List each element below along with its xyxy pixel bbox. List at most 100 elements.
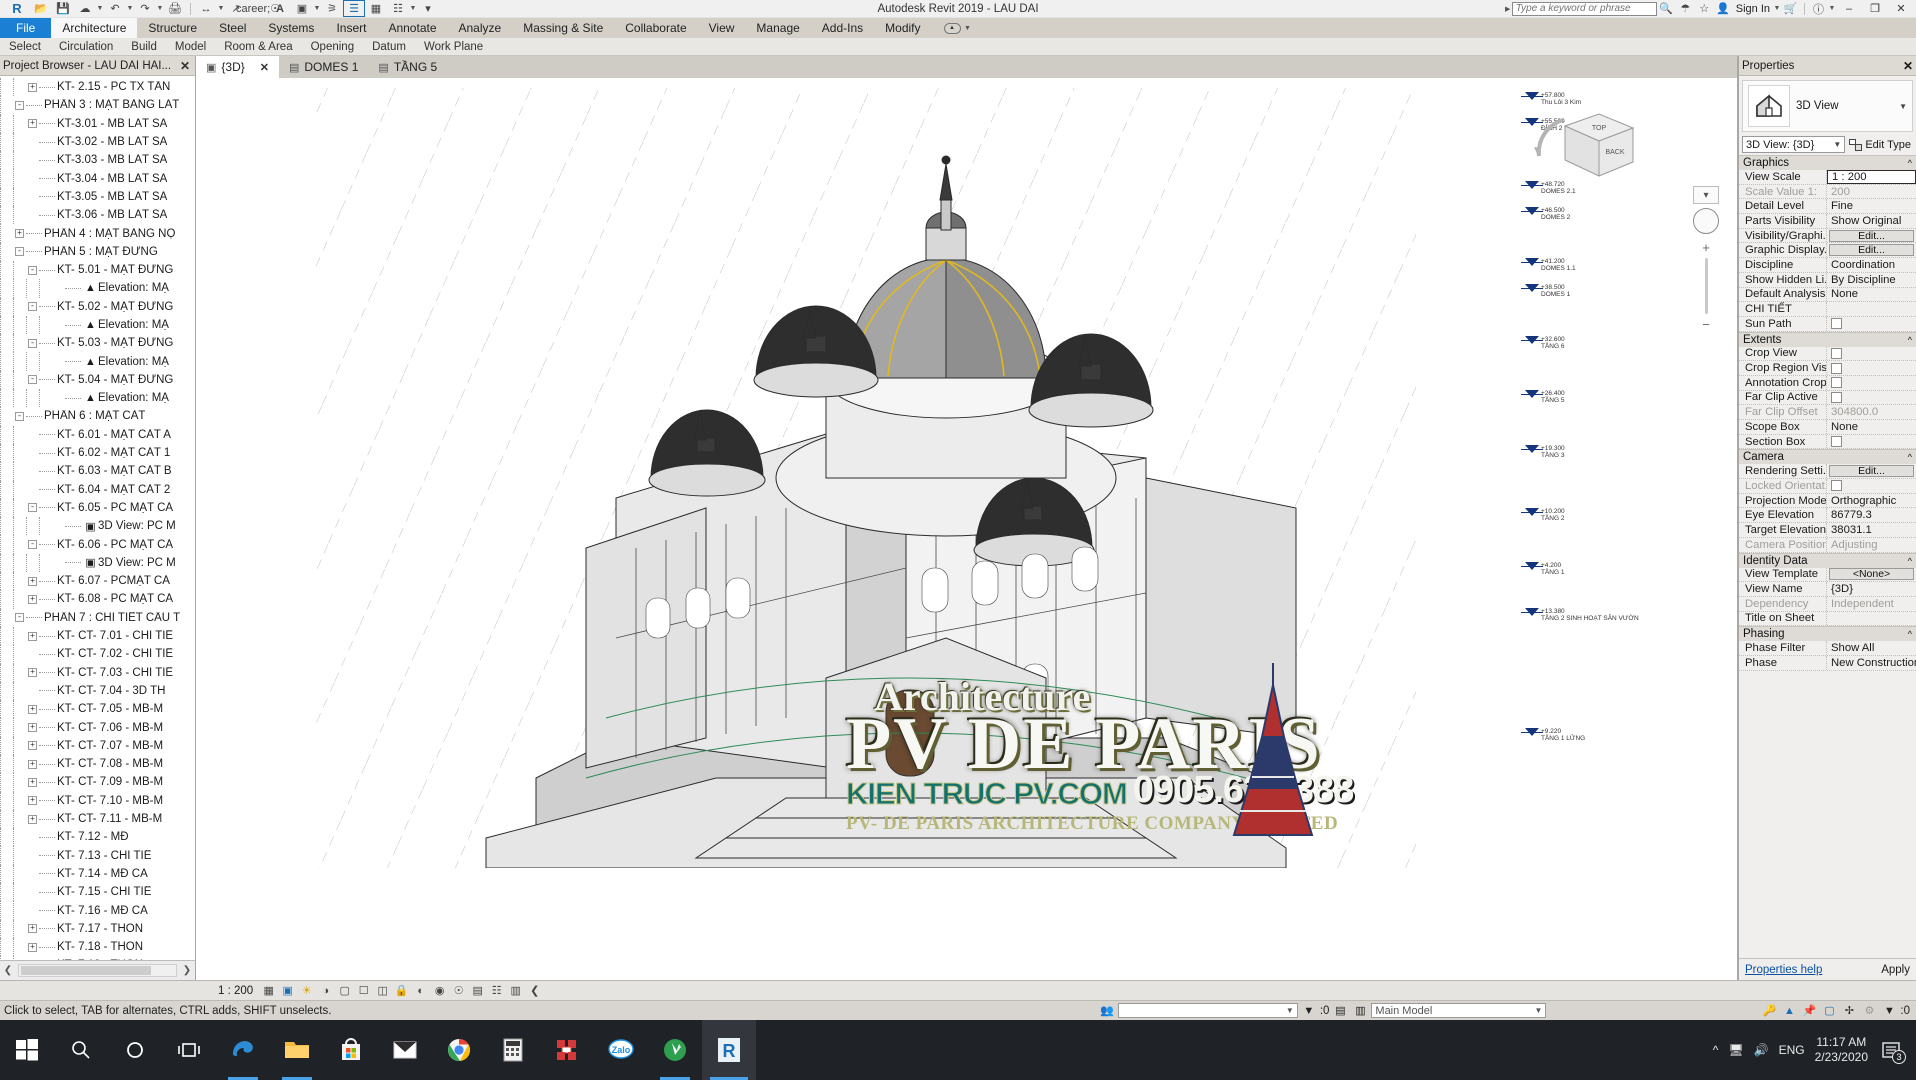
tree-toggle[interactable]: + [26,704,39,714]
show-constraints-icon[interactable]: ☷ [487,982,506,1000]
language-indicator[interactable]: ENG [1779,1043,1805,1057]
undo-icon[interactable]: ↶ [104,0,126,17]
open-icon[interactable]: 📂 [30,0,52,17]
tree-item[interactable]: KT-3.06 - MB LÁT SÀ [0,206,195,225]
property-row[interactable]: Show Hidden Li... By Discipline [1739,272,1916,288]
lock-3d-view-icon[interactable]: 🔒 [392,982,411,1000]
property-row[interactable]: Parts Visibility Show Original [1739,214,1916,229]
expand-collapse-icon[interactable]: + [28,777,37,787]
tree-item[interactable]: ▣ 3D View: PC M [0,517,195,536]
tree-item[interactable]: - KT- 5.03 - MẶT ĐỨNG [0,334,195,353]
close-icon[interactable]: ✕ [260,61,269,74]
search-input[interactable] [1511,1,1657,16]
property-type-preview[interactable]: 3D View ▼ [1742,80,1913,132]
expand-collapse-icon[interactable]: - [28,338,37,348]
elevation-marker[interactable]: +57.800 Thu Lôi 3 Kim [1521,92,1581,106]
ribbon-tab-analyze[interactable]: Analyze [448,18,513,38]
zalo-button[interactable]: Zalo [594,1020,648,1080]
property-row[interactable]: Target Elevation 38031.1 [1739,523,1916,538]
reveal-hidden-elements-icon[interactable]: ◉ [430,982,449,1000]
tree-item[interactable]: KT- 7.12 - MĐ [0,828,195,847]
cortana-button[interactable] [108,1020,162,1080]
close-hidden-windows-icon[interactable]: ▦ [365,0,387,17]
expand-collapse-icon[interactable]: - [15,613,24,623]
rendering-dialog-icon[interactable]: ▢ [335,982,354,1000]
palace-model[interactable] [286,78,1486,868]
tree-item[interactable]: - PHẦN 6 : MẶT CẮT [0,407,195,426]
elevation-marker[interactable]: +4.200 TẦNG 1 [1521,562,1564,576]
shadows-icon[interactable]: ◑ [316,982,335,1000]
property-row[interactable]: Title on Sheet [1739,611,1916,627]
save-icon[interactable]: 💾 [52,0,74,17]
zoom-slider-track[interactable] [1704,258,1708,314]
tree-item[interactable]: + KT-3.01 - MB LÁT SÀ [0,114,195,133]
tree-item[interactable]: + KT- CT- 7.06 - MB-M [0,718,195,737]
print-icon[interactable]: 🖨 [164,0,186,17]
view-tab-t-ng-5[interactable]: ▤ TẦNG 5 [368,56,447,78]
expand-collapse-icon[interactable]: - [28,265,37,275]
tree-item[interactable]: KT-3.05 - MB LÁT SÀ [0,187,195,207]
ribbon-tab-manage[interactable]: Manage [745,18,810,38]
tag-icon[interactable]: career;☉ [236,0,280,17]
tree-toggle[interactable]: + [26,796,39,806]
expand-collapse-icon[interactable]: - [28,540,37,550]
tree-item[interactable]: KT- 7.16 - MĐ CÁ [0,901,195,920]
elevation-marker[interactable]: +10.200 TẦNG 2 [1521,508,1565,522]
property-value[interactable]: 1 : 200 [1827,170,1916,184]
expand-collapse-icon[interactable]: - [28,375,37,385]
ribbon-panel-circulation[interactable]: Circulation [50,41,122,53]
favorites-icon[interactable]: ☆ [1695,0,1714,17]
property-value[interactable]: {3D} [1827,582,1916,596]
thin-lines-icon[interactable]: ☰ [343,0,365,17]
property-edit-button[interactable]: Edit... [1829,465,1914,478]
tree-item[interactable]: + KT- 6.07 - PCMẶT CẮ [0,572,195,591]
select-links-icon[interactable]: 📌 [1800,1003,1818,1019]
expand-icon[interactable]: ❮ [525,982,544,1000]
property-value[interactable]: Adjusting [1827,538,1916,552]
elevation-marker[interactable]: +41.200 DOMES 1.1 [1521,258,1576,272]
property-value[interactable] [1827,479,1916,493]
tree-item[interactable]: KT- CT- 7.02 - CHI TIẾ [0,645,195,664]
property-row[interactable]: Detail Level Fine [1739,199,1916,215]
property-row[interactable]: Phase New Construction [1739,655,1916,671]
tree-item[interactable]: KT- 6.04 - MẶT CẮT 2 [0,480,195,499]
tree-item[interactable]: ▲ Elevation: MẶ [0,389,195,408]
tree-item[interactable]: KT- 6.02 - MẶT CẮT 1 [0,443,195,463]
notification-center-button[interactable]: 3 [1878,1037,1906,1064]
chevron-down-icon[interactable]: ▼ [964,25,972,32]
ribbon-tab-collaborate[interactable]: Collaborate [614,18,697,38]
property-value[interactable]: New Construction [1827,656,1916,670]
property-row[interactable]: Far Clip Active [1739,390,1916,406]
property-value[interactable]: Edit... [1827,229,1916,243]
chevron-up-icon[interactable]: ^ [1908,452,1912,462]
chevron-down-icon[interactable]: ▼ [1833,140,1841,149]
ribbon-panel-model[interactable]: Model [166,41,215,53]
expand-collapse-icon[interactable]: + [28,119,37,129]
tree-toggle[interactable]: + [26,576,39,586]
property-value[interactable]: None [1827,420,1916,434]
tree-toggle[interactable]: + [26,741,39,751]
tree-item[interactable]: - KT- 6.06 - PC MẶT CẮ [0,535,195,554]
checkbox[interactable] [1831,347,1842,359]
tree-item[interactable]: + KT- CT- 7.03 - CHI TIẾ [0,663,195,682]
view-tab--3d-[interactable]: ▣ {3D} ✕ [196,56,279,78]
save-as-cloud-icon[interactable]: ☁ [74,0,96,17]
property-value[interactable]: Coordination [1827,258,1916,272]
expand-collapse-icon[interactable]: + [28,942,37,952]
tree-item[interactable]: ▣ 3D View: PC M [0,553,195,573]
chrome-button[interactable] [432,1020,486,1080]
expand-collapse-icon[interactable]: + [28,741,37,751]
collapse-ribbon-icon[interactable]: ▲ [943,22,961,34]
property-value[interactable]: By Discipline [1827,273,1916,287]
expand-collapse-icon[interactable]: - [28,302,37,312]
expand-collapse-icon[interactable]: + [28,796,37,806]
tree-item[interactable]: + KT- 7.18 - THÔN [0,937,195,957]
property-row[interactable]: Sun Path [1739,316,1916,332]
autodesk-app-store-icon[interactable]: ☂ [1676,0,1695,17]
property-row[interactable]: Section Box [1739,434,1916,450]
start-button[interactable] [0,1020,54,1080]
properties-section-phasing[interactable]: Phasing ^ [1739,626,1916,642]
help-icon[interactable]: ⓘ [1809,0,1828,17]
ribbon-tab-insert[interactable]: Insert [325,18,377,38]
tree-item[interactable]: - KT- 6.05 - PC MẶT CẮ [0,498,195,518]
